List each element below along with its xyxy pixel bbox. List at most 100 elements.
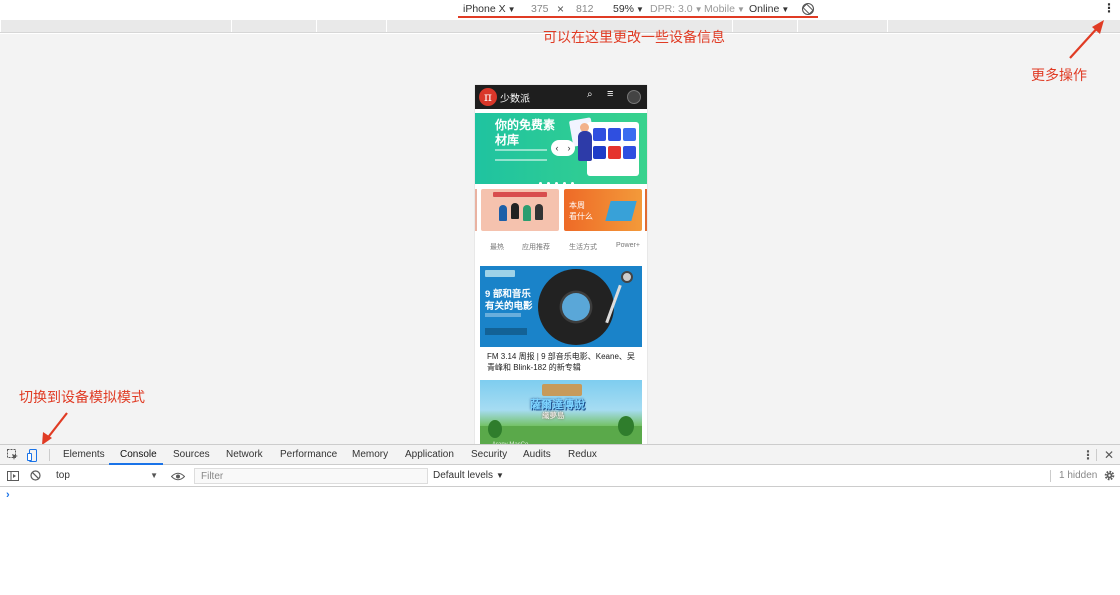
illustration-figure (535, 204, 543, 220)
devtools-menu-icon[interactable]: ⋮ (1082, 445, 1094, 465)
carousel-dots[interactable] (539, 176, 579, 188)
device-type-label: Mobile (704, 3, 735, 15)
card-illustration (605, 201, 637, 221)
carousel-dot[interactable] (555, 182, 558, 185)
console-prompt-icon: › (6, 489, 10, 501)
live-expression-eye-icon[interactable] (170, 465, 186, 487)
tab-elements[interactable]: Elements (63, 445, 105, 465)
network-label: Online (749, 3, 780, 15)
app-tile-icon (593, 146, 606, 159)
separator (1050, 470, 1051, 482)
hidden-messages-count: 1 hidden (1059, 470, 1098, 481)
chevron-down-icon: ▼ (507, 5, 516, 14)
app-tile-icon (608, 128, 621, 141)
ruler-segment[interactable] (316, 20, 386, 32)
carousel-dot[interactable] (547, 182, 550, 185)
annotation-more-actions: 更多操作 (1031, 68, 1087, 84)
site-logo[interactable]: π (479, 88, 497, 106)
category-tab[interactable]: 应用推荐 (522, 242, 550, 252)
chevron-down-icon: ▼ (694, 5, 703, 14)
tab-console[interactable]: Console (120, 445, 157, 465)
carousel-dot[interactable] (539, 182, 542, 185)
emulated-viewport-area: π 少数派 ⌕ ≡ 你的免费素材库 ‹ › 本周 看什么 最热 应用推荐 生活方… (0, 30, 1120, 459)
article-cover-image[interactable]: 9 部和音乐 有关的电影 (480, 266, 642, 347)
carousel-dot[interactable] (571, 182, 574, 185)
vinyl-label (562, 293, 590, 321)
featured-cards: 本周 看什么 (475, 189, 647, 231)
tab-redux[interactable]: Redux (568, 445, 597, 465)
carousel-dot[interactable] (563, 182, 566, 185)
app-tile-icon (623, 146, 636, 159)
category-tab[interactable]: Power+ (616, 242, 640, 249)
tab-audits[interactable]: Audits (523, 445, 551, 465)
search-icon[interactable]: ⌕ (587, 89, 593, 100)
chevron-down-icon: ▼ (496, 471, 504, 480)
console-output-area[interactable]: › (0, 487, 1120, 595)
inspect-element-icon[interactable] (6, 445, 20, 465)
banner-subtitle-decoration (495, 149, 547, 161)
site-header: π 少数派 ⌕ ≡ (475, 85, 647, 109)
tab-security[interactable]: Security (471, 445, 507, 465)
illustration-figure (499, 205, 507, 221)
menu-icon[interactable]: ≡ (607, 88, 613, 100)
device-mode-toggle-icon[interactable] (26, 445, 40, 465)
more-options-icon[interactable]: ⋮ (1103, 1, 1115, 21)
tab-memory[interactable]: Memory (352, 445, 388, 465)
cover-title: 9 部和音乐 有关的电影 (485, 289, 533, 313)
ruler-segment[interactable] (231, 20, 316, 32)
category-tab[interactable]: 生活方式 (569, 242, 597, 252)
console-filter-input[interactable] (194, 468, 428, 484)
device-toolbar: iPhone X ▼ 375 × 812 59% ▼ DPR: 3.0 ▼ Mobil… (0, 0, 1120, 20)
banner-icon-grid (587, 122, 639, 176)
cover-subtitle: 織夢島 (542, 411, 565, 420)
avatar[interactable] (627, 90, 641, 104)
console-sidebar-icon[interactable] (6, 465, 20, 487)
featured-card[interactable] (481, 189, 559, 231)
cover-subtitle (485, 313, 521, 317)
illustration-figure (511, 203, 519, 219)
annotation-device-info: 可以在这里更改一些设备信息 (543, 30, 725, 46)
zoom-label: 59% (613, 3, 635, 15)
banner-title: 你的免费素材库 (495, 118, 556, 147)
emulated-phone-screen[interactable]: π 少数派 ⌕ ≡ 你的免费素材库 ‹ › 本周 看什么 最热 应用推荐 生活方… (475, 85, 647, 459)
annotation-underline (458, 16, 818, 18)
separator (49, 449, 50, 461)
category-tab[interactable]: 最热 (490, 242, 504, 252)
app-tile-icon (608, 146, 621, 159)
ruler-segment[interactable] (0, 20, 231, 32)
card-label: 本周 看什么 (569, 200, 593, 222)
close-icon[interactable]: ✕ (1103, 445, 1115, 465)
card-partial[interactable] (475, 189, 477, 231)
levels-label: Default levels (433, 470, 494, 481)
ruler-segment[interactable] (732, 20, 797, 32)
cover-title-text: 9 部和音乐 有关的电影 (485, 289, 533, 312)
chevron-down-icon: ▼ (781, 5, 790, 14)
chevron-down-icon: ▼ (736, 5, 745, 14)
annotation-device-mode: 切换到设备模拟模式 (19, 390, 145, 406)
tab-sources[interactable]: Sources (173, 445, 210, 465)
clear-console-icon[interactable] (28, 465, 42, 487)
ruler-segment[interactable] (887, 20, 1120, 32)
js-context-select[interactable]: top ▼ (50, 467, 162, 485)
site-name[interactable]: 少数派 (500, 90, 530, 105)
castle-illustration (542, 384, 582, 396)
rotate-icon[interactable] (801, 2, 815, 22)
ruler-segment[interactable] (797, 20, 887, 32)
card-partial[interactable] (645, 189, 647, 231)
article-title[interactable]: FM 3.14 周报 | 9 部音乐电影、Keane、吴青峰和 Blink-18… (487, 351, 639, 373)
app-tile-icon (623, 128, 636, 141)
tab-application[interactable]: Application (405, 445, 454, 465)
devtools-tabbar: Elements Console Sources Network Perform… (0, 444, 1120, 465)
gear-icon[interactable] (1101, 465, 1117, 487)
carousel-next-button[interactable]: › (563, 140, 575, 156)
featured-card[interactable]: 本周 看什么 (564, 189, 642, 231)
podcast-badge (485, 270, 515, 277)
carousel-prev-button[interactable]: ‹ (551, 140, 563, 156)
device-label: iPhone X (463, 3, 506, 15)
chevron-down-icon: ▼ (150, 471, 158, 480)
tonearm-knob (621, 271, 633, 283)
hero-banner[interactable]: 你的免费素材库 ‹ › (475, 113, 647, 185)
log-levels-select[interactable]: Default levels ▼ (433, 465, 504, 487)
tab-network[interactable]: Network (226, 445, 263, 465)
tab-performance[interactable]: Performance (280, 445, 337, 465)
